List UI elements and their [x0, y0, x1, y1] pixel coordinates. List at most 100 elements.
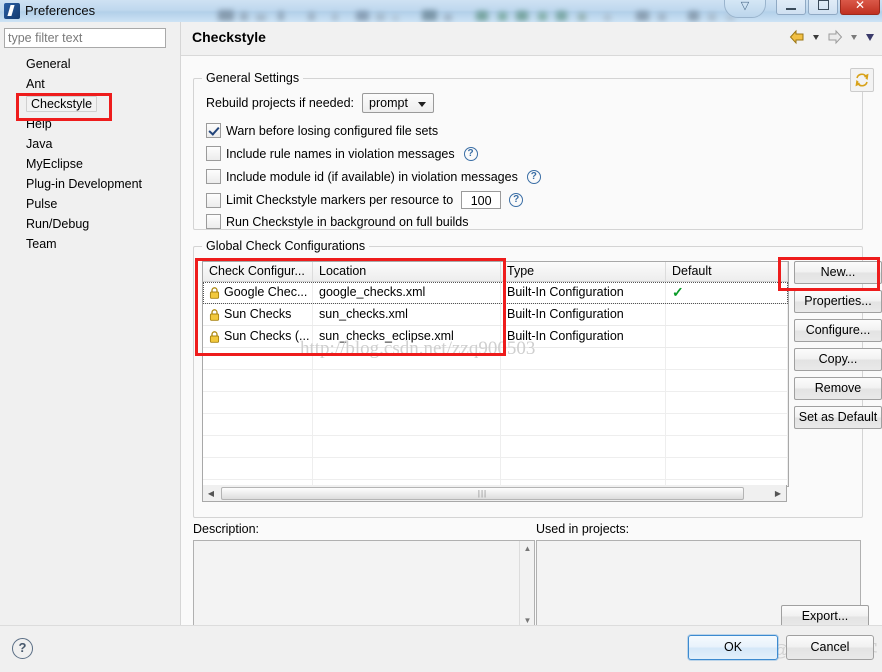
sidebar-item-run-debug[interactable]: Run/Debug [0, 214, 180, 234]
run-in-background-row[interactable]: Run Checkstyle in background on full bui… [206, 214, 469, 229]
help-icon[interactable]: ? [463, 146, 478, 161]
url-watermark: http://blog.csdn.net/zzq900503 [300, 338, 536, 359]
cell-location: sun_checks.xml [313, 304, 501, 325]
include-rule-names-label: Include rule names in violation messages [226, 146, 455, 161]
table-row[interactable]: Google Chec... google_checks.xml Built-I… [203, 282, 788, 304]
filter-input[interactable] [4, 28, 166, 48]
page-header: Checkstyle [181, 22, 882, 56]
table-empty-row [203, 436, 788, 458]
table-row[interactable]: Sun Checks sun_checks.xml Built-In Confi… [203, 304, 788, 326]
check-configurations-table[interactable]: Check Configur... Location Type Default … [202, 261, 789, 487]
forward-menu-chevron-down-icon[interactable] [848, 28, 860, 46]
scroll-right-icon[interactable]: ▶ [770, 486, 786, 501]
sidebar-item-checkstyle[interactable]: Checkstyle [0, 94, 180, 114]
help-icon[interactable]: ? [526, 169, 541, 184]
sidebar-item-general[interactable]: General [0, 54, 180, 74]
limit-markers-checkbox[interactable] [206, 192, 221, 208]
eclipse-icon [4, 3, 20, 19]
configuration-action-buttons: New... Properties... Configure... Copy..… [794, 261, 882, 429]
minimize-icon [786, 8, 796, 10]
sidebar-item-help[interactable]: Help [0, 114, 180, 134]
sidebar-item-label: MyEclipse [26, 157, 83, 171]
table-empty-row [203, 458, 788, 480]
column-header-default[interactable]: Default [666, 262, 788, 281]
back-arrow-icon[interactable] [788, 28, 806, 46]
scroll-up-icon[interactable]: ▲ [520, 541, 535, 555]
cell-default [666, 326, 788, 347]
maximize-button[interactable] [808, 0, 838, 15]
sidebar-item-team[interactable]: Team [0, 234, 180, 254]
help-icon[interactable]: ? [12, 638, 33, 659]
description-label: Description: [193, 522, 259, 536]
rebuild-projects-row: Rebuild projects if needed: prompt [206, 93, 435, 113]
restore-up-icon: ▽ [740, 0, 750, 12]
remove-button[interactable]: Remove [794, 377, 882, 400]
description-textarea[interactable]: ▲ ▼ [193, 540, 535, 628]
restore-up-button[interactable]: ▽ [724, 0, 766, 18]
window-titlebar[interactable]: Preferences ▽ ✕ [0, 0, 882, 22]
page-title: Checkstyle [192, 29, 266, 45]
sidebar-item-label: Checkstyle [26, 96, 98, 112]
column-header-check-configuration[interactable]: Check Configur... [203, 262, 313, 281]
refresh-icon [855, 73, 869, 87]
sidebar-item-label: Java [26, 137, 53, 151]
scroll-left-icon[interactable]: ◀ [203, 486, 219, 501]
preferences-tree[interactable]: General Ant Checkstyle Help Java MyEclip… [0, 54, 180, 254]
cell-default: ✓ [666, 282, 788, 303]
column-header-location[interactable]: Location [313, 262, 501, 281]
refresh-button[interactable] [850, 68, 874, 92]
rebuild-projects-dropdown[interactable]: prompt [362, 93, 435, 113]
sidebar-item-label: General [26, 57, 71, 71]
column-header-type[interactable]: Type [501, 262, 666, 281]
sidebar-item-myeclipse[interactable]: MyEclipse [0, 154, 180, 174]
include-module-id-checkbox[interactable] [206, 169, 221, 184]
warn-before-losing-checkbox[interactable] [206, 123, 221, 138]
back-menu-chevron-down-icon[interactable] [810, 28, 822, 46]
warn-before-losing-row[interactable]: Warn before losing configured file sets [206, 123, 438, 138]
description-scrollbar[interactable]: ▲ ▼ [519, 541, 534, 627]
copy-button[interactable]: Copy... [794, 348, 882, 371]
close-button[interactable]: ✕ [840, 0, 880, 15]
include-rule-names-checkbox[interactable] [206, 146, 221, 161]
default-check-icon: ✓ [672, 284, 684, 300]
page-nav-tools[interactable] [788, 28, 876, 46]
cell-text: Sun Checks [224, 307, 292, 321]
sidebar-item-pulse[interactable]: Pulse [0, 194, 180, 214]
cancel-button[interactable]: Cancel [786, 635, 874, 660]
sidebar-item-plugin-development[interactable]: Plug-in Development [0, 174, 180, 194]
cell-type: Built-In Configuration [501, 304, 666, 325]
table-empty-row [203, 414, 788, 436]
general-settings-group: General Settings Rebuild projects if nee… [193, 71, 863, 230]
cell-text: Google Chec... [224, 285, 308, 299]
limit-markers-row[interactable]: Limit Checkstyle markers per resource to… [206, 191, 524, 209]
scrollbar-thumb[interactable]: ||| [221, 486, 744, 500]
sidebar-item-ant[interactable]: Ant [0, 74, 180, 94]
scrollbar-grip: ||| [477, 488, 488, 498]
lock-icon [209, 308, 220, 321]
include-module-id-row[interactable]: Include module id (if available) in viol… [206, 169, 541, 184]
rebuild-projects-label: Rebuild projects if needed: [206, 96, 355, 110]
view-menu-chevron-down-icon[interactable] [864, 28, 876, 46]
include-rule-names-row[interactable]: Include rule names in violation messages… [206, 146, 478, 161]
cell-check-configuration: Sun Checks (... [203, 326, 313, 347]
cell-type: Built-In Configuration [501, 282, 666, 303]
minimize-button[interactable] [776, 0, 806, 15]
scrollbar-track[interactable]: ||| [219, 486, 770, 501]
lock-icon [209, 286, 220, 299]
set-as-default-button[interactable]: Set as Default [794, 406, 882, 429]
help-icon[interactable]: ? [509, 193, 524, 207]
configure-button[interactable]: Configure... [794, 319, 882, 342]
cell-default [666, 304, 788, 325]
ok-button[interactable]: OK [688, 635, 778, 660]
limit-markers-input[interactable]: 100 [461, 191, 502, 209]
cell-check-configuration: Google Chec... [203, 282, 313, 303]
rebuild-projects-value: prompt [369, 96, 408, 110]
chevron-down-icon [418, 102, 427, 107]
table-horizontal-scrollbar[interactable]: ◀ ||| ▶ [202, 485, 787, 502]
window-controls[interactable]: ▽ ✕ [724, 0, 880, 18]
sidebar-item-java[interactable]: Java [0, 134, 180, 154]
new-button[interactable]: New... [794, 261, 882, 284]
forward-arrow-icon[interactable] [826, 28, 844, 46]
run-in-background-checkbox[interactable] [206, 214, 221, 229]
properties-button[interactable]: Properties... [794, 290, 882, 313]
